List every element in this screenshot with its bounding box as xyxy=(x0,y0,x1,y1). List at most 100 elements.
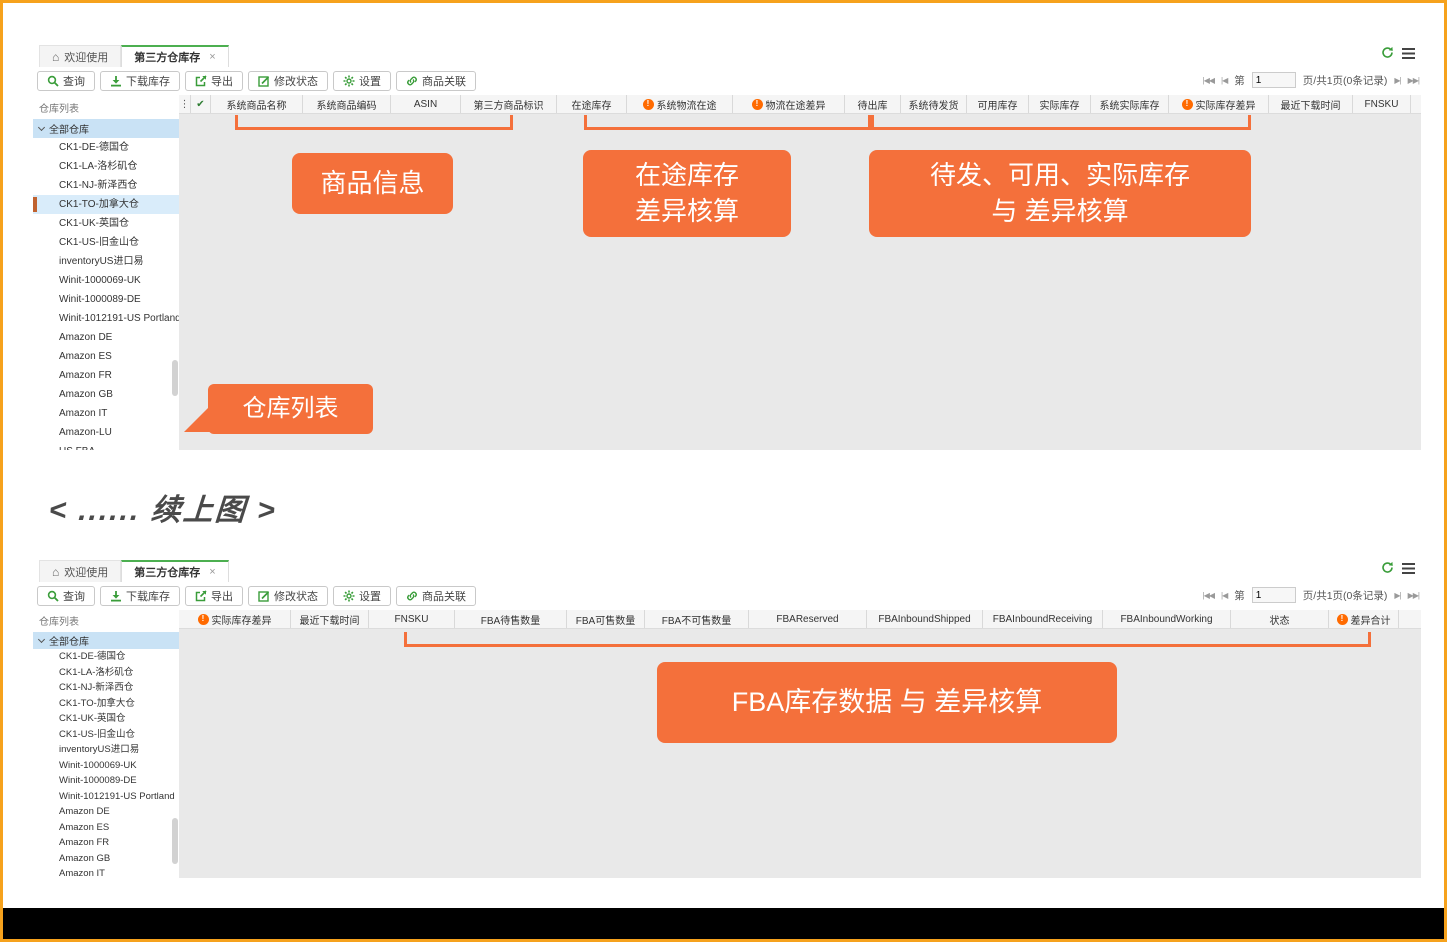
sidebar-item[interactable]: Amazon IT xyxy=(33,866,179,878)
column-header[interactable]: !差异合计 xyxy=(1329,610,1399,628)
sidebar-item[interactable]: US FBA xyxy=(33,442,179,450)
column-header[interactable]: FNSKU xyxy=(369,610,455,628)
tab-third-party-inventory[interactable]: 第三方仓库存 × xyxy=(121,45,228,67)
export-button[interactable]: 导出 xyxy=(185,71,243,91)
close-icon[interactable]: × xyxy=(209,51,215,63)
last-page-icon[interactable]: ▶▶| xyxy=(1408,76,1419,85)
tab-third-party-inventory[interactable]: 第三方仓库存 × xyxy=(121,560,228,582)
next-page-icon[interactable]: ▶| xyxy=(1394,591,1400,600)
sidebar-item[interactable]: inventoryUS进口易 xyxy=(33,252,179,271)
link-button[interactable]: 商品关联 xyxy=(396,71,476,91)
sidebar-item[interactable]: CK1-NJ-新泽西仓 xyxy=(33,176,179,195)
column-header[interactable]: 状态 xyxy=(1231,610,1329,628)
column-header[interactable]: !系统物流在途 xyxy=(627,95,733,113)
sidebar-item[interactable]: CK1-TO-加拿大仓 xyxy=(33,696,179,712)
column-header[interactable]: 第三方商品标识 xyxy=(461,95,557,113)
sidebar-item[interactable]: Winit-1000069-UK xyxy=(33,271,179,290)
tab-welcome[interactable]: ⌂ 欢迎使用 xyxy=(39,45,121,67)
next-page-icon[interactable]: ▶| xyxy=(1394,76,1400,85)
select-all-checkbox[interactable]: ✔ xyxy=(191,95,211,113)
column-header[interactable]: 最近下载时间 xyxy=(1269,95,1353,113)
column-header[interactable]: 系统商品编码 xyxy=(303,95,391,113)
drag-handle-icon[interactable]: ⋮ xyxy=(179,95,191,113)
sidebar-item[interactable]: Winit-1012191-US Portland xyxy=(33,309,179,328)
sidebar-root-label: 全部仓库 xyxy=(49,633,89,648)
column-header[interactable]: !实际库存差异 xyxy=(179,610,291,628)
sidebar-item[interactable]: CK1-DE-德国仓 xyxy=(33,649,179,665)
sidebar-item[interactable]: CK1-DE-德国仓 xyxy=(33,138,179,157)
sidebar-item[interactable]: CK1-NJ-新泽西仓 xyxy=(33,680,179,696)
export-button[interactable]: 导出 xyxy=(185,586,243,606)
gear-button[interactable]: 设置 xyxy=(333,71,391,91)
sidebar-item[interactable]: inventoryUS进口易 xyxy=(33,742,179,758)
sidebar-scrollbar[interactable] xyxy=(172,360,178,396)
download-button[interactable]: 下载库存 xyxy=(100,71,180,91)
close-icon[interactable]: × xyxy=(209,566,215,578)
edit-icon xyxy=(258,75,270,87)
sidebar-item[interactable]: Amazon ES xyxy=(33,820,179,836)
column-header[interactable]: !实际库存差异 xyxy=(1169,95,1269,113)
sidebar-item[interactable]: Amazon FR xyxy=(33,366,179,385)
sidebar-item[interactable]: Amazon FR xyxy=(33,835,179,851)
sidebar-item[interactable]: Amazon-LU xyxy=(33,423,179,442)
menu-icon[interactable] xyxy=(1402,561,1415,579)
tab-welcome[interactable]: ⌂ 欢迎使用 xyxy=(39,560,121,582)
column-header[interactable]: 实际库存 xyxy=(1029,95,1091,113)
edit-button[interactable]: 修改状态 xyxy=(248,586,328,606)
gear-button[interactable]: 设置 xyxy=(333,586,391,606)
column-header[interactable]: FBAInboundReceiving xyxy=(983,610,1103,628)
edit-button[interactable]: 修改状态 xyxy=(248,71,328,91)
sidebar-item-all-warehouses[interactable]: 全部仓库 xyxy=(33,119,179,138)
column-header[interactable]: !物流在途差异 xyxy=(733,95,845,113)
sidebar-item[interactable]: Amazon ES xyxy=(33,347,179,366)
sidebar-item[interactable]: CK1-UK-英国仓 xyxy=(33,711,179,727)
page-input[interactable] xyxy=(1252,587,1296,603)
column-header[interactable]: ASIN xyxy=(391,95,461,113)
column-header[interactable]: 待出库 xyxy=(845,95,901,113)
sidebar-item[interactable]: Amazon GB xyxy=(33,385,179,404)
column-header[interactable]: 可用库存 xyxy=(967,95,1029,113)
column-header[interactable]: FBAInboundWorking xyxy=(1103,610,1231,628)
button-label: 下载库存 xyxy=(126,73,170,89)
sidebar-item[interactable]: CK1-US-旧金山仓 xyxy=(33,727,179,743)
sidebar-item-all-warehouses[interactable]: 全部仓库 xyxy=(33,632,179,649)
sidebar-item[interactable]: Amazon IT xyxy=(33,404,179,423)
sidebar-item[interactable]: Winit-1000089-DE xyxy=(33,773,179,789)
download-button[interactable]: 下载库存 xyxy=(100,586,180,606)
sidebar-item[interactable]: Amazon DE xyxy=(33,804,179,820)
refresh-icon[interactable] xyxy=(1381,561,1394,579)
sidebar-item[interactable]: Amazon DE xyxy=(33,328,179,347)
column-header[interactable]: 系统实际库存 xyxy=(1091,95,1169,113)
column-header[interactable]: 在途库存 xyxy=(557,95,627,113)
column-header[interactable]: FBA不可售数量 xyxy=(645,610,749,628)
sidebar-item[interactable]: Winit-1000069-UK xyxy=(33,758,179,774)
sidebar-item[interactable]: CK1-TO-加拿大仓 xyxy=(33,195,179,214)
sidebar-item[interactable]: CK1-US-旧金山仓 xyxy=(33,233,179,252)
column-header[interactable]: 最近下载时间 xyxy=(291,610,369,628)
sidebar-item[interactable]: CK1-LA-洛杉矶仓 xyxy=(33,665,179,681)
refresh-icon[interactable] xyxy=(1381,46,1394,64)
column-header[interactable]: 系统待发货 xyxy=(901,95,967,113)
sidebar-item[interactable]: Amazon GB xyxy=(33,851,179,867)
search-button[interactable]: 查询 xyxy=(37,586,95,606)
prev-page-icon[interactable]: |◀ xyxy=(1221,76,1227,85)
column-header[interactable]: FNSKU xyxy=(1353,95,1411,113)
sidebar-item[interactable]: Winit-1000089-DE xyxy=(33,290,179,309)
link-button[interactable]: 商品关联 xyxy=(396,586,476,606)
sidebar-item[interactable]: CK1-LA-洛杉矶仓 xyxy=(33,157,179,176)
sidebar-scrollbar[interactable] xyxy=(172,818,178,864)
first-page-icon[interactable]: |◀◀ xyxy=(1203,76,1214,85)
prev-page-icon[interactable]: |◀ xyxy=(1221,591,1227,600)
column-header[interactable]: FBA待售数量 xyxy=(455,610,567,628)
search-button[interactable]: 查询 xyxy=(37,71,95,91)
column-header[interactable]: FBAInboundShipped xyxy=(867,610,983,628)
column-header[interactable]: FBA可售数量 xyxy=(567,610,645,628)
page-input[interactable] xyxy=(1252,72,1296,88)
sidebar-item[interactable]: Winit-1012191-US Portland xyxy=(33,789,179,805)
column-header[interactable]: 系统商品名称 xyxy=(211,95,303,113)
first-page-icon[interactable]: |◀◀ xyxy=(1203,591,1214,600)
sidebar-item[interactable]: CK1-UK-英国仓 xyxy=(33,214,179,233)
last-page-icon[interactable]: ▶▶| xyxy=(1408,591,1419,600)
menu-icon[interactable] xyxy=(1402,46,1415,64)
column-header[interactable]: FBAReserved xyxy=(749,610,867,628)
